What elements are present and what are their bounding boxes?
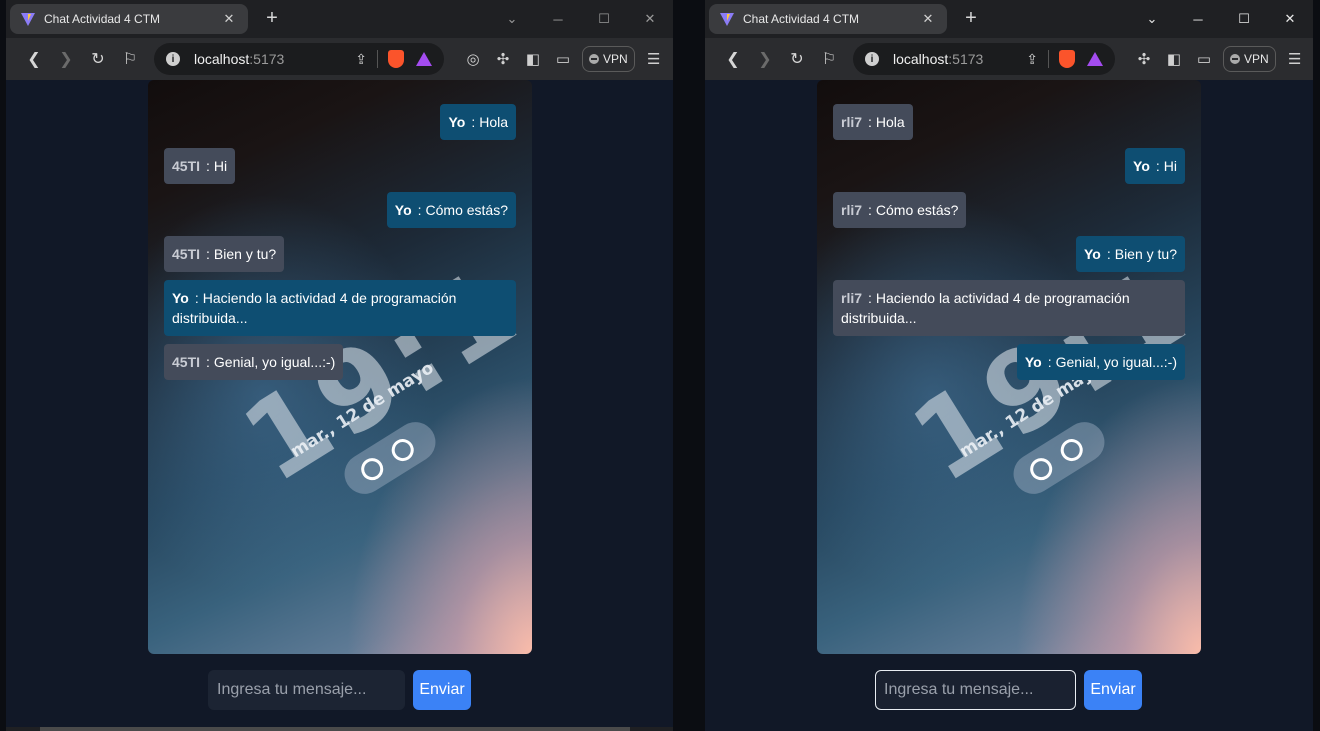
extensions-icon[interactable]: ✣	[488, 44, 518, 74]
maximize-icon[interactable]: ☐	[1221, 0, 1267, 38]
message-input[interactable]	[208, 670, 405, 710]
message-composer: Enviar	[208, 670, 471, 710]
window-controls: ⌄ ─ ☐ ✕	[1129, 0, 1313, 38]
address-bar[interactable]: i localhost :5173 ⇪	[853, 43, 1115, 75]
rewards-icon[interactable]	[416, 52, 432, 66]
close-window-icon[interactable]: ✕	[1267, 0, 1313, 38]
brave-shield-icon[interactable]	[1059, 50, 1075, 68]
page-content: 19:1 mar., 12 de mayo rli7: Hola Yo: Hi rl…	[705, 80, 1313, 731]
chat-panel: 19:1 mar., 12 de mayo rli7: Hola Yo: Hi rl…	[817, 80, 1201, 654]
extensions-icon[interactable]: ✣	[1129, 44, 1159, 74]
message-composer: Enviar	[875, 670, 1142, 710]
browser-window-left: Chat Actividad 4 CTM ✕ + ⌄ ─ ☐ ✕ ❮ ❯ ↻ ⚐…	[6, 0, 673, 731]
message-bubble: rli7: Hola	[833, 104, 913, 140]
send-button[interactable]: Enviar	[1084, 670, 1142, 710]
message-bubble: Yo: Hola	[440, 104, 516, 140]
back-icon[interactable]: ❮	[717, 43, 749, 75]
tab-chat[interactable]: Chat Actividad 4 CTM ✕	[709, 4, 947, 34]
wallet-icon[interactable]: ▭	[1189, 44, 1219, 74]
message-bubble: Yo: Bien y tu?	[1075, 236, 1185, 272]
bookmark-icon[interactable]: ⚐	[114, 43, 146, 75]
brave-shield-icon[interactable]	[388, 50, 404, 68]
vpn-icon	[589, 54, 599, 64]
wallet-icon[interactable]: ▭	[548, 44, 578, 74]
horizontal-scrollbar[interactable]	[6, 727, 673, 731]
info-icon[interactable]: i	[865, 52, 879, 66]
close-icon[interactable]: ✕	[919, 11, 937, 27]
message-bubble: rli7: Cómo estás?	[833, 192, 967, 228]
message-bubble: 45TI: Genial, yo igual...:-)	[164, 344, 344, 380]
message-bubble: 45TI: Hi	[164, 148, 236, 184]
vpn-button[interactable]: VPN	[582, 46, 635, 72]
message-bubble: Yo: Cómo estás?	[386, 192, 516, 228]
bookmark-icon[interactable]: ⚐	[813, 43, 845, 75]
message-bubble: rli7: Haciendo la actividad 4 de programa…	[833, 280, 1185, 336]
message-bubble: Yo: Genial, yo igual...:-)	[1016, 344, 1185, 380]
share-icon[interactable]: ⇪	[355, 51, 367, 68]
browser-window-right: Chat Actividad 4 CTM ✕ + ⌄ ─ ☐ ✕ ❮ ❯ ↻ ⚐…	[705, 0, 1313, 731]
forward-icon[interactable]: ❯	[50, 43, 82, 75]
info-icon[interactable]: i	[166, 52, 180, 66]
message-bubble: Yo: Haciendo la actividad 4 de programaci…	[164, 280, 516, 336]
sidebar-icon[interactable]: ◧	[518, 44, 548, 74]
forward-icon[interactable]: ❯	[749, 43, 781, 75]
minimize-icon[interactable]: ─	[535, 0, 581, 38]
browser-toolbar: ❮ ❯ ↻ ⚐ i localhost :5173 ⇪ ✣ ◧ ▭ VPN ☰	[705, 38, 1313, 80]
tab-bar: Chat Actividad 4 CTM ✕ + ⌄ ─ ☐ ✕	[705, 0, 1313, 38]
minimize-icon[interactable]: ─	[1175, 0, 1221, 38]
tab-bar: Chat Actividad 4 CTM ✕ + ⌄ ─ ☐ ✕	[6, 0, 673, 38]
menu-icon[interactable]: ☰	[639, 44, 669, 74]
back-icon[interactable]: ❮	[18, 43, 50, 75]
window-controls: ⌄ ─ ☐ ✕	[489, 0, 673, 38]
vite-favicon	[720, 13, 734, 26]
tab-title: Chat Actividad 4 CTM	[44, 12, 161, 26]
maximize-icon[interactable]: ☐	[581, 0, 627, 38]
message-bubble: 45TI: Bien y tu?	[164, 236, 285, 272]
send-button[interactable]: Enviar	[413, 670, 471, 710]
message-bubble: Yo: Hi	[1125, 148, 1185, 184]
share-icon[interactable]: ⇪	[1026, 51, 1038, 68]
message-input[interactable]	[875, 670, 1076, 710]
scrollbar-thumb[interactable]	[40, 727, 630, 731]
plus-icon[interactable]: +	[959, 7, 983, 29]
address-bar[interactable]: i localhost :5173 ⇪	[154, 43, 444, 75]
wallet-target-icon[interactable]: ◎	[458, 44, 488, 74]
vpn-icon	[1230, 54, 1240, 64]
tab-chat[interactable]: Chat Actividad 4 CTM ✕	[10, 4, 248, 34]
sidebar-icon[interactable]: ◧	[1159, 44, 1189, 74]
page-content: 19:1 mar., 12 de mayo Yo: Hola 45TI: Hi Yo…	[6, 80, 673, 731]
vite-favicon	[21, 13, 35, 26]
url-port: :5173	[948, 51, 984, 67]
close-window-icon[interactable]: ✕	[627, 0, 673, 38]
reload-icon[interactable]: ↻	[781, 43, 813, 75]
close-icon[interactable]: ✕	[220, 11, 238, 27]
url-host: localhost	[194, 51, 250, 67]
chat-panel: 19:1 mar., 12 de mayo Yo: Hola 45TI: Hi Yo…	[148, 80, 532, 654]
plus-icon[interactable]: +	[260, 7, 284, 29]
vpn-button[interactable]: VPN	[1223, 46, 1276, 72]
url-host: localhost	[893, 51, 949, 67]
browser-toolbar: ❮ ❯ ↻ ⚐ i localhost :5173 ⇪ ◎ ✣ ◧ ▭ VPN …	[6, 38, 673, 80]
reload-icon[interactable]: ↻	[82, 43, 114, 75]
url-port: :5173	[249, 51, 285, 67]
rewards-icon[interactable]	[1087, 52, 1103, 66]
chevron-down-icon[interactable]: ⌄	[489, 0, 535, 38]
chevron-down-icon[interactable]: ⌄	[1129, 0, 1175, 38]
tab-title: Chat Actividad 4 CTM	[743, 12, 860, 26]
menu-icon[interactable]: ☰	[1280, 44, 1310, 74]
